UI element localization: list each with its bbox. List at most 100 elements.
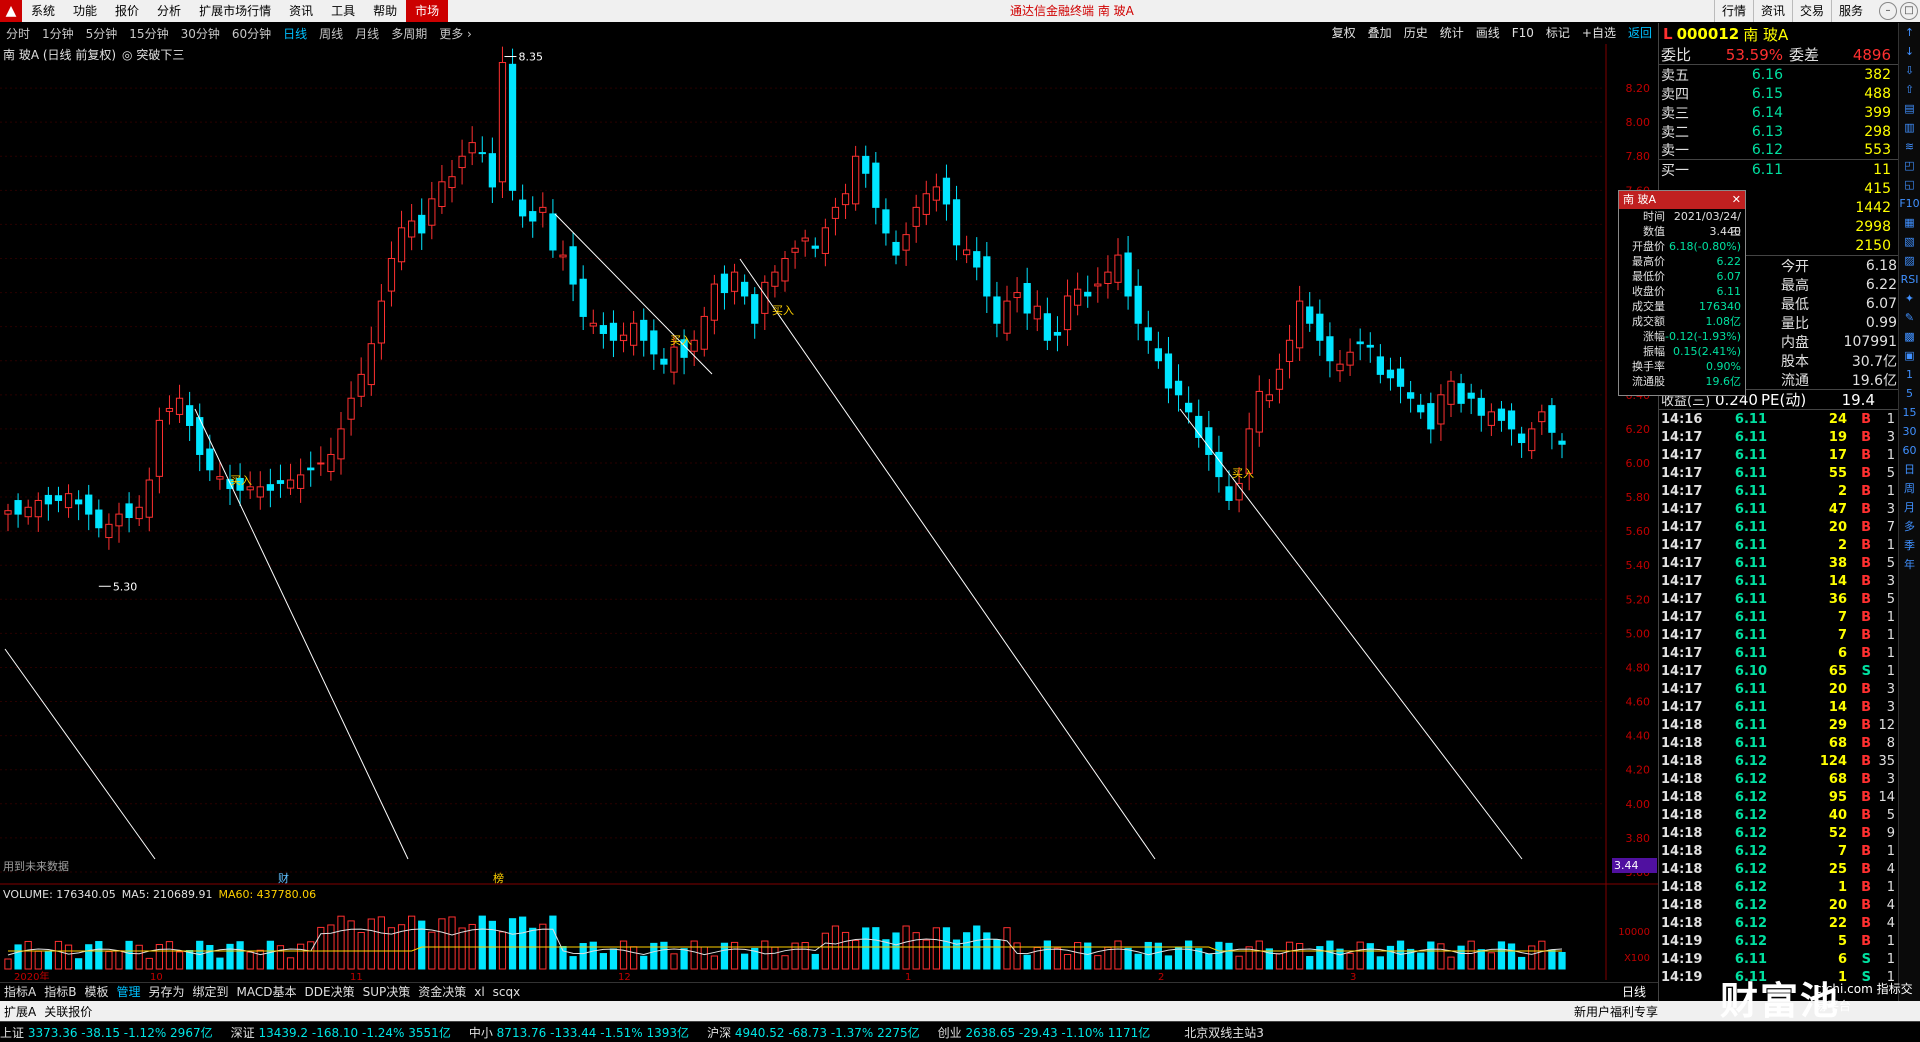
tool-return[interactable]: 返回 (1622, 23, 1658, 43)
side-tool-icon[interactable]: ▧ (1899, 232, 1920, 251)
tab-macd[interactable]: MACD基本 (233, 983, 301, 1000)
side-tool-icon[interactable]: ✎ (1899, 308, 1920, 327)
period-daily[interactable]: 日线 (277, 25, 313, 42)
side-tool-icon[interactable]: ▥ (1899, 118, 1920, 137)
index-cy[interactable]: 创业 2638.65 -29.43 -1.10% 1171亿 (938, 1024, 1151, 1041)
minimize-icon[interactable]: – (1879, 2, 1897, 20)
tick-row: 14:19 6.11 6 S 1 (1661, 951, 1895, 967)
side-tool-icon[interactable]: ▦ (1899, 213, 1920, 232)
tool-adjust[interactable]: 复权 (1326, 23, 1362, 43)
side-tool-icon[interactable]: ▩ (1899, 327, 1920, 346)
tool-mark[interactable]: 标记 (1540, 23, 1576, 43)
top-btn-market[interactable]: 行情 (1713, 0, 1753, 22)
side-tool-icon[interactable]: ↓ (1899, 42, 1920, 61)
side-tool-icon[interactable]: ▨ (1899, 251, 1920, 270)
volume-bar (1396, 940, 1405, 970)
side-tool-icon[interactable]: ⇧ (1899, 80, 1920, 99)
side-tool-icon[interactable]: ✦ (1899, 289, 1920, 308)
side-tool-icon[interactable]: ≋ (1899, 137, 1920, 156)
tab-fund[interactable]: 资金决策 (414, 983, 470, 1000)
tool-add-watch[interactable]: +自选 (1576, 23, 1622, 43)
side-tool-icon[interactable]: ◰ (1899, 156, 1920, 175)
side-tool-icon[interactable]: ◱ (1899, 175, 1920, 194)
close-icon[interactable]: ✕ (1732, 191, 1741, 209)
top-btn-news[interactable]: 资讯 (1752, 0, 1792, 22)
period-monthly[interactable]: 月线 (349, 25, 385, 42)
side-tool-icon[interactable]: ⇩ (1899, 61, 1920, 80)
tab-xl[interactable]: xl (470, 985, 488, 999)
period-tick[interactable]: 分时 (0, 25, 36, 42)
period-1min[interactable]: 1分钟 (36, 25, 80, 42)
menu-tools[interactable]: 工具 (322, 0, 364, 22)
menu-market[interactable]: 市场 (406, 0, 449, 22)
side-tool-icon[interactable]: 日 (1899, 460, 1920, 479)
info-related[interactable]: 关联报价 (40, 1003, 96, 1020)
side-tool-icon[interactable]: 5 (1899, 384, 1920, 403)
candle-body (1548, 405, 1556, 433)
tab-scqx[interactable]: scqx (489, 985, 525, 999)
tool-overlay[interactable]: 叠加 (1362, 23, 1398, 43)
side-tool-icon[interactable]: 周 (1899, 479, 1920, 498)
tool-f10[interactable]: F10 (1506, 23, 1540, 43)
side-tool-icon[interactable]: 1 (1899, 365, 1920, 384)
side-tool-icon[interactable]: ↑ (1899, 23, 1920, 42)
promo-link[interactable]: 新用户福利专享 (1570, 1003, 1662, 1020)
tool-history[interactable]: 历史 (1398, 23, 1434, 43)
side-tool-icon[interactable]: 月 (1899, 498, 1920, 517)
top-btn-trade[interactable]: 交易 (1791, 0, 1831, 22)
side-tool-icon[interactable]: ▣ (1899, 346, 1920, 365)
buy-level: 买一 6.11 11 (1661, 161, 1891, 179)
tab-indicator-a[interactable]: 指标A (0, 983, 40, 1000)
kline-chart[interactable]: 8.208.007.807.607.407.207.006.806.606.40… (0, 44, 1658, 980)
side-tool-icon[interactable]: 多 (1899, 517, 1920, 536)
candle-body (1376, 356, 1384, 375)
tab-indicator-b[interactable]: 指标B (40, 983, 80, 1000)
menu-quote[interactable]: 报价 (106, 0, 148, 22)
period-30min[interactable]: 30分钟 (175, 25, 226, 42)
indicator-name[interactable]: ◎ 突破下三 (122, 48, 184, 62)
candle-body (337, 428, 345, 460)
tool-stats[interactable]: 统计 (1434, 23, 1470, 43)
index-sz[interactable]: 深证 13439.2 -168.10 -1.24% 3551亿 (231, 1024, 451, 1041)
period-multi[interactable]: 多周期 (385, 25, 433, 42)
info-ext-a[interactable]: 扩展A (0, 1003, 40, 1020)
menu-analysis[interactable]: 分析 (148, 0, 190, 22)
tab-template[interactable]: 模板 (80, 983, 112, 1000)
volume-bar (841, 931, 850, 970)
maximize-icon[interactable]: □ (1900, 2, 1918, 20)
index-hs[interactable]: 沪深 4940.52 -68.73 -1.37% 2275亿 (707, 1024, 920, 1041)
tab-sup[interactable]: SUP决策 (359, 983, 415, 1000)
tab-daily-label[interactable]: 日线 (1618, 983, 1650, 1000)
side-tool-icon[interactable]: 季 (1899, 536, 1920, 555)
index-sh[interactable]: 上证 3373.36 -38.15 -1.12% 2967亿 (0, 1024, 213, 1041)
side-tool-icon[interactable]: RSI (1899, 270, 1920, 289)
side-tool-icon[interactable]: 30 (1899, 422, 1920, 441)
tool-draw[interactable]: 画线 (1470, 23, 1506, 43)
server-name[interactable]: 北京双线主站3 (1184, 1024, 1264, 1041)
index-zx[interactable]: 中小 8713.76 -133.44 -1.51% 1393亿 (469, 1024, 689, 1041)
side-tool-icon[interactable]: 15 (1899, 403, 1920, 422)
tab-bind[interactable]: 绑定到 (189, 983, 233, 1000)
period-5min[interactable]: 5分钟 (80, 25, 124, 42)
top-btn-service[interactable]: 服务 (1830, 0, 1870, 22)
menu-news[interactable]: 资讯 (280, 0, 322, 22)
period-15min[interactable]: 15分钟 (123, 25, 174, 42)
side-tool-icon[interactable]: 年 (1899, 555, 1920, 574)
tick-list[interactable]: 14:16 6.11 24 B 1 14:17 6.11 19 B 3 14:17 6.11 17 B 1 1… (1659, 410, 1898, 986)
side-tool-icon[interactable]: ▤ (1899, 99, 1920, 118)
period-more[interactable]: 更多 › (433, 25, 478, 42)
menu-help[interactable]: 帮助 (364, 0, 406, 22)
menu-function[interactable]: 功能 (64, 0, 106, 22)
side-tool-icon[interactable]: F10 (1899, 194, 1920, 213)
tab-save-as[interactable]: 另存为 (144, 983, 188, 1000)
tab-manage[interactable]: 管理 (112, 983, 144, 1000)
sell-level: 卖三 6.14 399 (1661, 104, 1891, 122)
period-weekly[interactable]: 周线 (313, 25, 349, 42)
side-tool-icon[interactable]: 60 (1899, 441, 1920, 460)
tab-dde[interactable]: DDE决策 (301, 983, 359, 1000)
menu-ext-market[interactable]: 扩展市场行情 (190, 0, 280, 22)
candle-body (841, 193, 850, 206)
menu-system[interactable]: 系统 (22, 0, 64, 22)
candle-body (1285, 339, 1294, 362)
period-60min[interactable]: 60分钟 (226, 25, 277, 42)
